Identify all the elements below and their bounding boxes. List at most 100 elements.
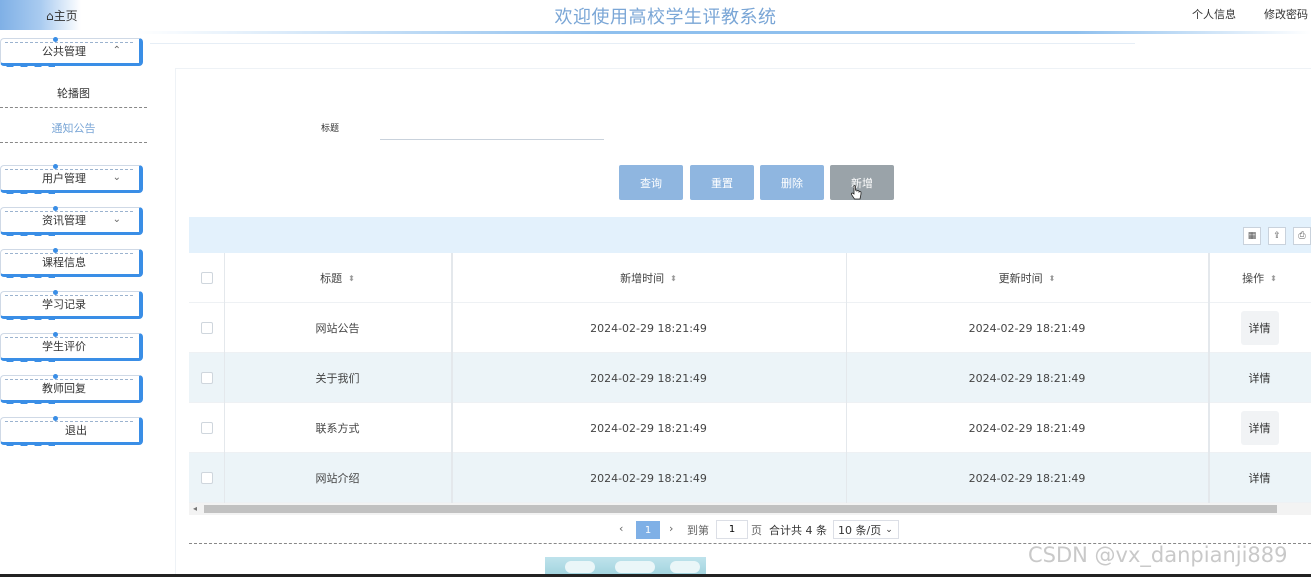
wave-decor-icon: [5, 62, 55, 67]
sort-icon[interactable]: ⬍: [670, 274, 677, 283]
hand-cursor-icon: [850, 185, 862, 200]
decor-dashes: [5, 42, 133, 43]
sidebar-item-student-evaluation[interactable]: 学生评价: [0, 332, 143, 362]
detail-button[interactable]: 详情: [1241, 461, 1279, 495]
chevron-up-icon: ⌃: [112, 45, 121, 56]
delete-button[interactable]: 删除: [760, 165, 824, 200]
table-row: 关于我们 2024-02-29 18:21:49 2024-02-29 18:2…: [189, 353, 1311, 403]
table-row: 联系方式 2024-02-29 18:21:49 2024-02-29 18:2…: [189, 403, 1311, 453]
detail-button[interactable]: 详情: [1240, 411, 1279, 445]
scrollbar-thumb[interactable]: [204, 505, 1277, 513]
reset-button[interactable]: 重置: [690, 165, 754, 200]
sidebar-item-courses[interactable]: 课程信息: [0, 248, 143, 278]
header-divider: [135, 31, 1311, 34]
header-checkbox-cell: [189, 253, 224, 303]
scroll-left-icon[interactable]: ◂: [193, 504, 197, 513]
sort-icon[interactable]: ⬍: [348, 274, 355, 283]
cell-updated: 2024-02-29 18:21:49: [968, 471, 1086, 485]
horizontal-scrollbar[interactable]: ◂: [189, 503, 1311, 515]
sidebar: 公共管理 ⌃ 轮播图 通知公告 用户管理 ⌄ 资讯管理 ⌄ 课程信息 学习记录 …: [0, 36, 150, 577]
wave-decor-icon: [5, 315, 55, 320]
columns-icon[interactable]: ▦: [1243, 227, 1261, 245]
cell-created: 2024-02-29 18:21:49: [590, 471, 707, 485]
query-button[interactable]: 查询: [619, 165, 683, 200]
column-header-action[interactable]: 操作 ⬍: [1208, 253, 1311, 303]
cell-created: 2024-02-29 18:21:49: [590, 371, 707, 385]
pin-icon: [53, 332, 58, 337]
row-checkbox[interactable]: [200, 422, 213, 434]
row-checkbox[interactable]: [200, 372, 213, 384]
page-size-select[interactable]: 10 条/页 ⌄: [833, 520, 899, 539]
goto-page-input[interactable]: [716, 520, 748, 539]
cell-updated: 2024-02-29 18:21:49: [968, 321, 1086, 335]
table-toolbar: [189, 217, 1311, 253]
sidebar-item-study-records[interactable]: 学习记录: [0, 290, 143, 320]
sort-icon[interactable]: ⬍: [1270, 274, 1277, 283]
sidebar-group-news[interactable]: 资讯管理 ⌄: [0, 206, 143, 236]
search-title-input[interactable]: [380, 116, 604, 140]
decor-dashes: [5, 295, 133, 296]
table-row: 网站公告 2024-02-29 18:21:49 2024-02-29 18:2…: [189, 303, 1311, 353]
decor-dashes: [5, 337, 133, 338]
search-title-label: 标题: [321, 124, 340, 134]
sidebar-item-carousel[interactable]: 轮播图: [0, 78, 147, 108]
cell-created: 2024-02-29 18:21:49: [590, 321, 707, 335]
wave-decor-icon: [5, 357, 55, 362]
column-header-created[interactable]: 新增时间 ⬍: [451, 253, 846, 303]
chevron-down-icon: ⌄: [112, 214, 121, 225]
page-number-1[interactable]: 1: [636, 521, 660, 539]
sidebar-group-public[interactable]: 公共管理 ⌃: [0, 37, 143, 67]
pagination: ‹ 1 › 到第 页 合计共 4 条 10 条/页⌄: [189, 516, 1311, 544]
cell-updated: 2024-02-29 18:21:49: [968, 371, 1086, 385]
chevron-down-icon: ⌄: [885, 524, 893, 535]
pin-icon: [53, 290, 58, 295]
decor-dashes: [5, 421, 133, 422]
print-icon[interactable]: ⎙: [1293, 227, 1311, 245]
change-password-link[interactable]: 修改密码: [1264, 6, 1308, 22]
header-underline: [150, 43, 1135, 44]
add-button[interactable]: 新增: [830, 165, 894, 200]
pin-icon: [53, 206, 58, 211]
column-divider: [224, 253, 225, 503]
chevron-down-icon: ⌄: [112, 172, 121, 183]
next-page-icon[interactable]: ›: [669, 522, 673, 535]
select-all-checkbox[interactable]: [200, 272, 213, 284]
site-title: 欢迎使用高校学生评教系统: [554, 7, 777, 28]
watermark: CSDN @vx_danpianji889: [1028, 543, 1288, 567]
table-header-row: 标题 ⬍ 新增时间 ⬍ 更新时间 ⬍ 操作 ⬍: [189, 253, 1311, 303]
column-header-updated[interactable]: 更新时间 ⬍: [846, 253, 1208, 303]
column-divider: [1208, 253, 1210, 503]
cell-created: 2024-02-29 18:21:49: [590, 421, 707, 435]
wave-decor-icon: [5, 441, 55, 446]
column-header-title[interactable]: 标题 ⬍: [224, 253, 451, 303]
goto-label: 到第: [687, 524, 709, 537]
decor-dashes: [5, 211, 133, 212]
table-row: 网站介绍 2024-02-29 18:21:49 2024-02-29 18:2…: [189, 453, 1311, 503]
sidebar-group-users[interactable]: 用户管理 ⌄: [0, 164, 143, 194]
pin-icon: [53, 416, 58, 421]
row-checkbox[interactable]: [200, 472, 213, 484]
cell-title: 关于我们: [315, 372, 360, 385]
prev-page-icon[interactable]: ‹: [619, 522, 623, 535]
pin-icon: [53, 248, 58, 253]
sidebar-item-notice[interactable]: 通知公告: [0, 113, 147, 143]
decor-dashes: [5, 169, 133, 170]
column-divider: [846, 253, 847, 503]
personal-info-link[interactable]: 个人信息: [1192, 6, 1236, 22]
header: ⌂主页 欢迎使用高校学生评教系统 个人信息 修改密码: [0, 0, 1311, 34]
detail-button[interactable]: 详情: [1240, 311, 1279, 345]
page-unit-label: 页: [751, 524, 762, 537]
wave-decor-icon: [5, 189, 55, 194]
detail-button[interactable]: 详情: [1241, 361, 1279, 395]
pin-icon: [53, 37, 58, 42]
sort-icon[interactable]: ⬍: [1049, 274, 1056, 283]
column-divider: [451, 253, 453, 503]
sidebar-item-logout[interactable]: 退出: [0, 416, 143, 446]
row-checkbox[interactable]: [200, 322, 213, 334]
pin-icon: [53, 164, 58, 169]
export-icon[interactable]: ⇪: [1268, 227, 1286, 245]
cell-title: 联系方式: [315, 422, 360, 435]
total-count: 合计共 4 条: [769, 524, 827, 537]
sidebar-item-teacher-reply[interactable]: 教师回复: [0, 374, 143, 404]
cell-title: 网站公告: [315, 322, 360, 335]
